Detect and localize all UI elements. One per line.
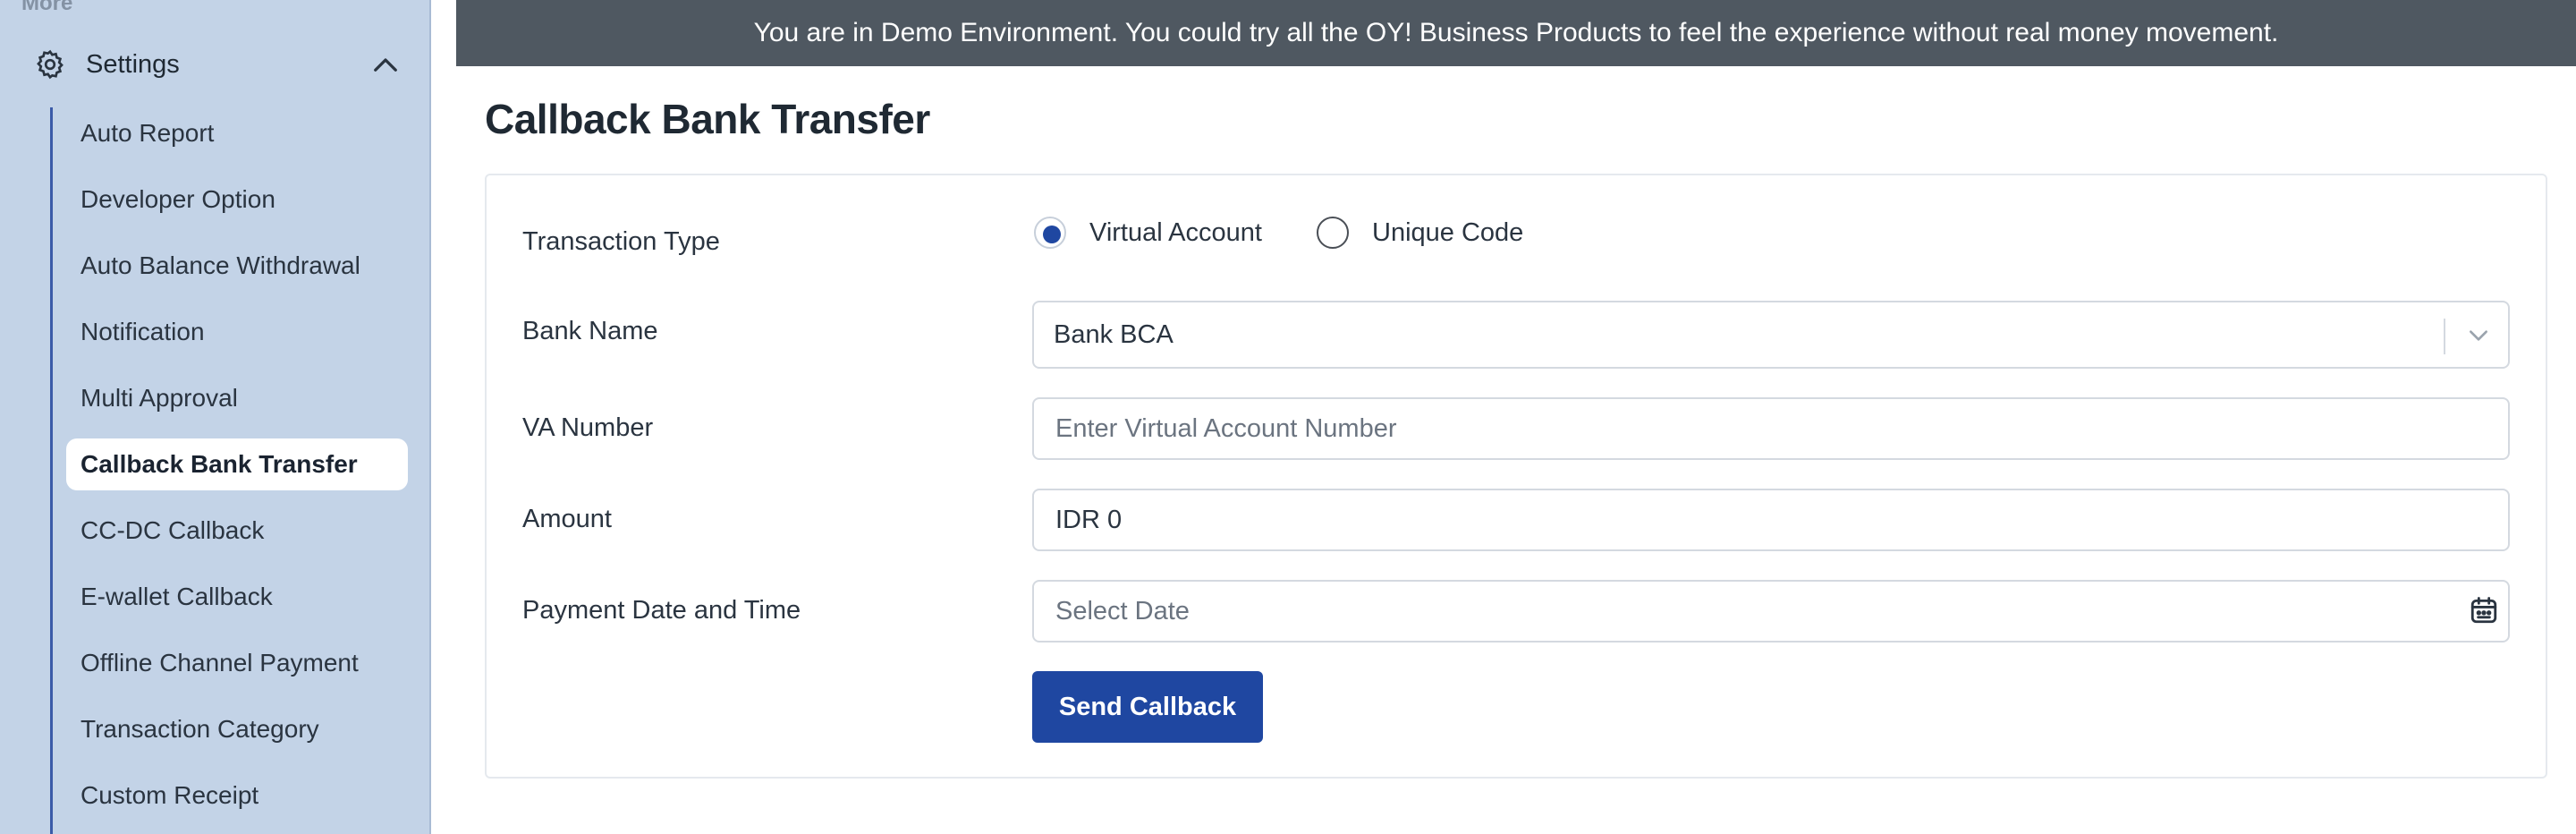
page-title: Callback Bank Transfer: [485, 96, 930, 142]
radio-virtual-account-label[interactable]: Virtual Account: [1089, 218, 1262, 248]
bank-name-select[interactable]: Bank BCA: [1032, 301, 2510, 369]
radio-unique-code[interactable]: [1317, 217, 1349, 249]
sidebar-item-auto-balance-withdrawal[interactable]: Auto Balance Withdrawal: [66, 240, 408, 292]
send-callback-button[interactable]: Send Callback: [1032, 671, 1263, 743]
payment-date-input[interactable]: [1032, 580, 2510, 643]
payment-date-label: Payment Date and Time: [522, 596, 801, 625]
chevron-up-icon: [374, 58, 397, 72]
bank-name-label: Bank Name: [522, 317, 658, 345]
sidebar-item-label: Callback Bank Transfer: [80, 450, 358, 478]
sidebar-settings-label: Settings: [86, 50, 180, 79]
va-number-input[interactable]: [1032, 397, 2510, 460]
sidebar-item-e-wallet-callback[interactable]: E-wallet Callback: [66, 571, 408, 623]
demo-environment-banner: You are in Demo Environment. You could t…: [456, 0, 2576, 66]
sidebar-item-developer-option[interactable]: Developer Option: [66, 174, 408, 226]
sidebar-item-label: Custom Receipt: [80, 781, 259, 809]
sidebar-item-label: Notification: [80, 318, 205, 345]
radio-unique-code-label[interactable]: Unique Code: [1372, 218, 1523, 248]
gear-icon: [37, 49, 64, 80]
sidebar-item-multi-approval[interactable]: Multi Approval: [66, 372, 408, 424]
amount-input[interactable]: [1032, 489, 2510, 551]
sidebar-item-cc-dc-callback[interactable]: CC-DC Callback: [66, 505, 408, 557]
sidebar-item-label: Auto Balance Withdrawal: [80, 251, 360, 279]
callback-form-card: [485, 174, 2547, 779]
transaction-type-label: Transaction Type: [522, 227, 720, 256]
sidebar: More Settings Auto Report Developer Opti…: [0, 0, 431, 834]
sidebar-more-label: More: [21, 0, 73, 15]
sidebar-item-callback-bank-transfer[interactable]: Callback Bank Transfer: [66, 438, 408, 490]
sidebar-item-label: Multi Approval: [80, 384, 238, 412]
chevron-down-icon: [2470, 330, 2487, 341]
calendar-icon[interactable]: [2469, 595, 2499, 626]
bank-name-selected-value: Bank BCA: [1054, 320, 1174, 349]
sidebar-settings-toggle[interactable]: Settings: [0, 39, 431, 89]
sidebar-item-label: Auto Report: [80, 119, 215, 147]
radio-virtual-account[interactable]: [1034, 217, 1066, 249]
app-root: More Settings Auto Report Developer Opti…: [0, 0, 2576, 834]
amount-label: Amount: [522, 505, 612, 533]
sidebar-item-label: E-wallet Callback: [80, 583, 273, 610]
submenu-indicator-line: [50, 107, 53, 834]
sidebar-item-custom-receipt[interactable]: Custom Receipt: [66, 770, 408, 821]
sidebar-item-label: Developer Option: [80, 185, 275, 213]
sidebar-item-transaction-category[interactable]: Transaction Category: [66, 703, 408, 755]
sidebar-item-auto-report[interactable]: Auto Report: [66, 107, 408, 159]
select-separator: [2444, 319, 2445, 354]
sidebar-item-offline-channel-payment[interactable]: Offline Channel Payment: [66, 637, 408, 689]
sidebar-item-label: Transaction Category: [80, 715, 319, 743]
sidebar-item-label: CC-DC Callback: [80, 516, 265, 544]
va-number-label: VA Number: [522, 413, 654, 442]
banner-text: You are in Demo Environment. You could t…: [753, 18, 2279, 47]
sidebar-item-notification[interactable]: Notification: [66, 306, 408, 358]
sidebar-item-label: Offline Channel Payment: [80, 649, 359, 677]
